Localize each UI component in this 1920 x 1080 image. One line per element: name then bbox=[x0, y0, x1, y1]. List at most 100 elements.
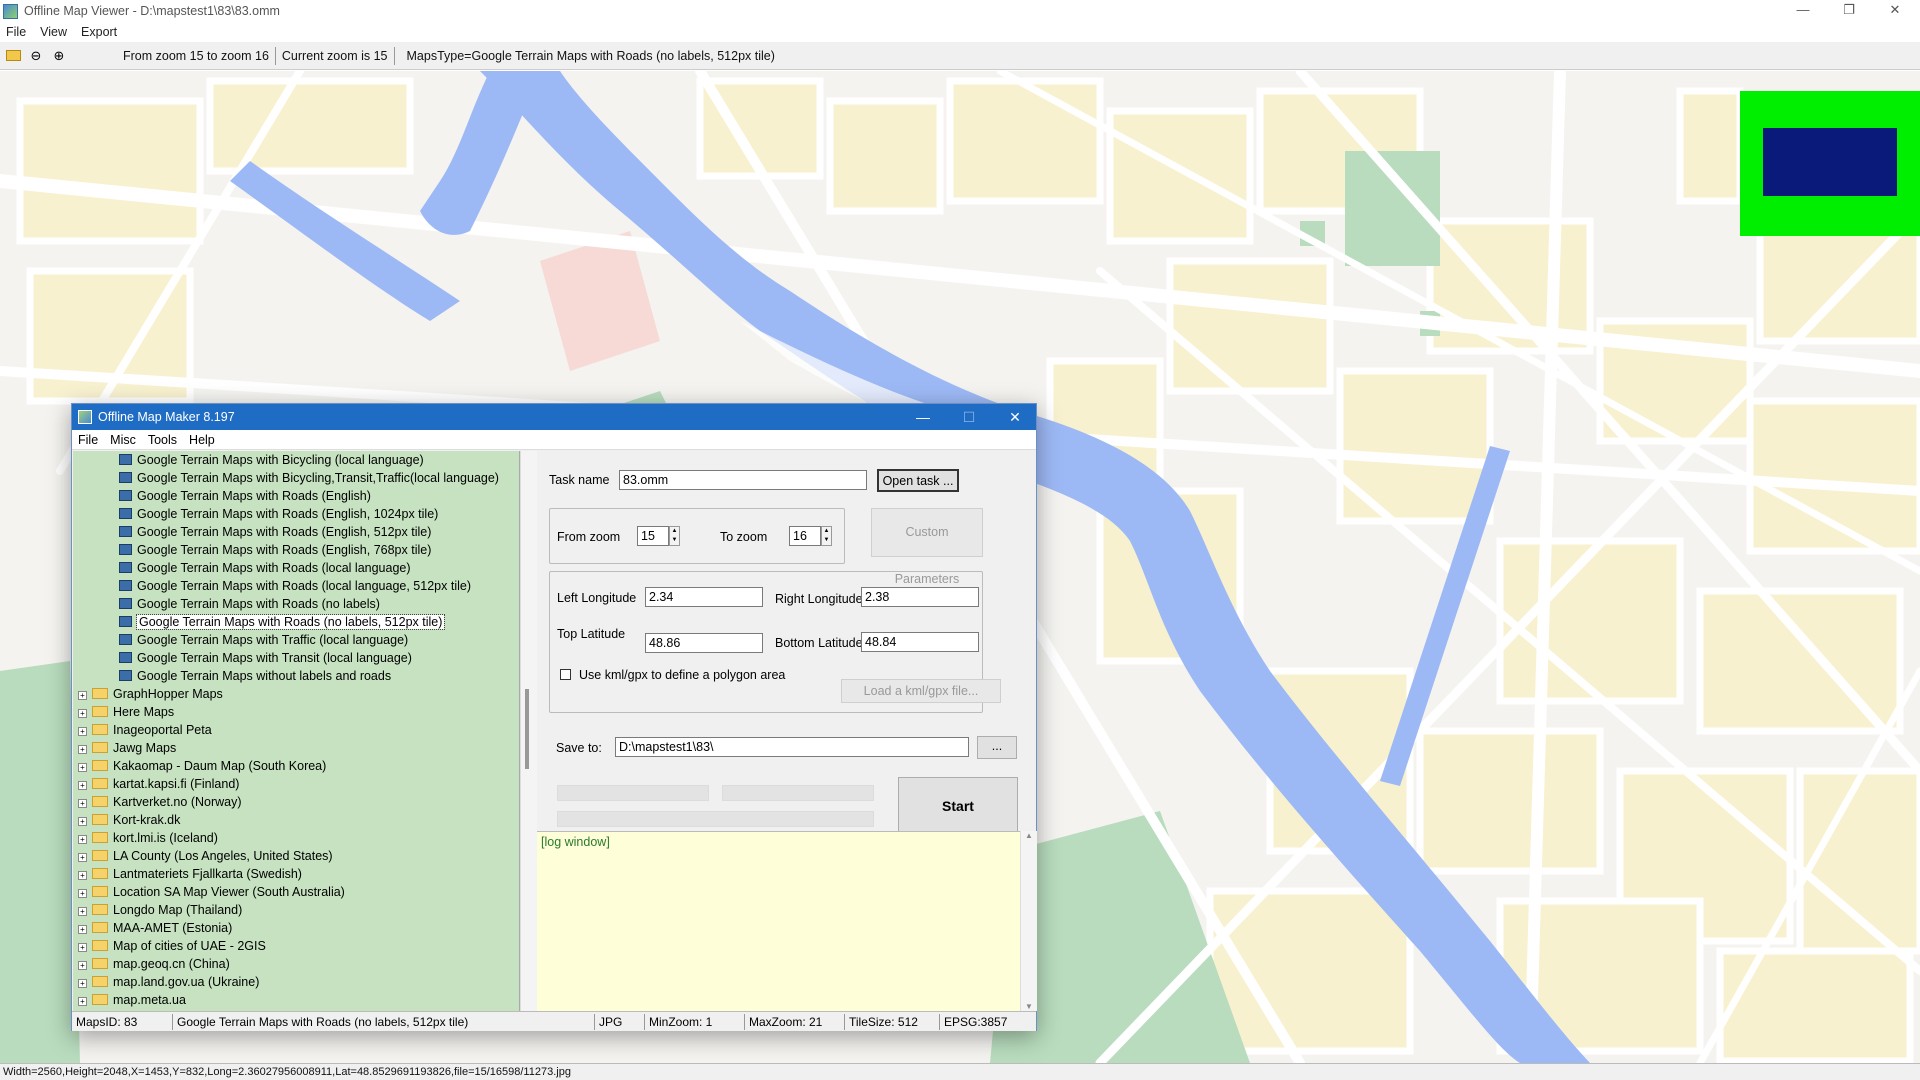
tree-folder-label: Jawg Maps bbox=[113, 741, 177, 755]
left-longitude-input[interactable]: 2.34 bbox=[645, 587, 763, 607]
tree-folder-item[interactable]: + LA County (Los Angeles, United States) bbox=[73, 847, 519, 865]
folder-icon bbox=[92, 886, 108, 897]
tree-folder-item[interactable]: + map.geoq.cn (China) bbox=[73, 955, 519, 973]
tree-folder-item[interactable]: + map.land.gov.ua (Ukraine) bbox=[73, 973, 519, 991]
menu-file[interactable]: File bbox=[6, 25, 26, 39]
task-name-input[interactable]: 83.omm bbox=[619, 470, 867, 490]
load-kml-button[interactable]: Load a kml/gpx file... bbox=[841, 679, 1001, 703]
to-zoom-spinner[interactable]: ▲ ▼ bbox=[821, 526, 832, 546]
tree-map-item[interactable]: Google Terrain Maps with Roads (no label… bbox=[73, 613, 519, 631]
from-zoom-input[interactable]: 15 bbox=[637, 526, 669, 546]
restore-icon[interactable]: ❐ bbox=[1826, 0, 1872, 22]
maker-close-icon[interactable]: ✕ bbox=[992, 404, 1038, 430]
to-zoom-label: To zoom bbox=[720, 530, 768, 544]
tree-folder-item[interactable]: + Location SA Map Viewer (South Australia… bbox=[73, 883, 519, 901]
maker-maximize-icon[interactable]: ☐ bbox=[946, 404, 992, 430]
expand-icon[interactable]: + bbox=[78, 799, 87, 808]
from-zoom-spinner[interactable]: ▲ ▼ bbox=[669, 526, 680, 546]
use-kml-checkbox[interactable] bbox=[560, 669, 571, 680]
tree-map-item[interactable]: Google Terrain Maps with Transit (local … bbox=[73, 649, 519, 667]
maker-menu-file[interactable]: File bbox=[78, 433, 98, 447]
tree-scroll-thumb[interactable] bbox=[525, 689, 529, 769]
tree-map-item[interactable]: Google Terrain Maps with Roads (English) bbox=[73, 487, 519, 505]
log-scrollbar[interactable]: ▲ ▼ bbox=[1020, 831, 1037, 1011]
expand-icon[interactable]: + bbox=[78, 745, 87, 754]
tree-folder-item[interactable]: + Lantmateriets Fjallkarta (Swedish) bbox=[73, 865, 519, 883]
custom-parameters-button[interactable]: Custom Parameters bbox=[871, 508, 983, 586]
top-latitude-input[interactable]: 48.86 bbox=[645, 633, 763, 653]
progress-bar-total bbox=[557, 811, 874, 827]
expand-icon[interactable]: + bbox=[78, 835, 87, 844]
tree-map-item[interactable]: Google Terrain Maps with Roads (local la… bbox=[73, 559, 519, 577]
expand-icon[interactable]: + bbox=[78, 691, 87, 700]
tree-folder-item[interactable]: + kartat.kapsi.fi (Finland) bbox=[73, 775, 519, 793]
bottom-latitude-input[interactable]: 48.84 bbox=[861, 632, 979, 652]
tree-folder-label: Inageoportal Peta bbox=[113, 723, 212, 737]
tree-folder-item[interactable]: + MAA-AMET (Estonia) bbox=[73, 919, 519, 937]
tree-folder-item[interactable]: + Kakaomap - Daum Map (South Korea) bbox=[73, 757, 519, 775]
to-zoom-input[interactable]: 16 bbox=[789, 526, 821, 546]
expand-icon[interactable]: + bbox=[78, 817, 87, 826]
maker-minimize-icon[interactable]: — bbox=[900, 404, 946, 430]
maker-menu-help[interactable]: Help bbox=[189, 433, 215, 447]
tree-map-label: Google Terrain Maps with Roads (English,… bbox=[137, 525, 432, 539]
tree-folder-item[interactable]: + GraphHopper Maps bbox=[73, 685, 519, 703]
tree-folder-item[interactable]: + Here Maps bbox=[73, 703, 519, 721]
expand-icon[interactable]: + bbox=[78, 997, 87, 1006]
open-folder-icon[interactable] bbox=[3, 46, 23, 66]
browse-button[interactable]: ... bbox=[977, 736, 1017, 759]
expand-icon[interactable]: + bbox=[78, 943, 87, 952]
tree-folder-item[interactable]: + Map of cities of UAE - 2GIS bbox=[73, 937, 519, 955]
expand-icon[interactable]: + bbox=[78, 961, 87, 970]
expand-icon[interactable]: + bbox=[78, 871, 87, 880]
tree-folder-item[interactable]: + Kort-krak.dk bbox=[73, 811, 519, 829]
maker-menu-misc[interactable]: Misc bbox=[110, 433, 136, 447]
status-maps-id: MapsID: 83 bbox=[72, 1013, 173, 1030]
start-button[interactable]: Start bbox=[898, 777, 1018, 835]
expand-icon[interactable]: + bbox=[78, 781, 87, 790]
log-window[interactable]: [log window] bbox=[537, 831, 1020, 1011]
tree-folder-item[interactable]: + Longdo Map (Thailand) bbox=[73, 901, 519, 919]
minimize-icon[interactable]: — bbox=[1780, 0, 1826, 22]
tree-folder-item[interactable]: + Kartverket.no (Norway) bbox=[73, 793, 519, 811]
tree-map-item[interactable]: Google Terrain Maps with Bicycling,Trans… bbox=[73, 469, 519, 487]
tree-map-item[interactable]: Google Terrain Maps with Traffic (local … bbox=[73, 631, 519, 649]
tree-map-item[interactable]: Google Terrain Maps with Bicycling (loca… bbox=[73, 451, 519, 469]
menu-view[interactable]: View bbox=[40, 25, 67, 39]
expand-icon[interactable]: + bbox=[78, 709, 87, 718]
maps-tree[interactable]: Google Terrain Maps with Bicycling (loca… bbox=[73, 451, 520, 1011]
tree-map-item[interactable]: Google Terrain Maps with Roads (local la… bbox=[73, 577, 519, 595]
scroll-up-icon[interactable]: ▲ bbox=[1021, 831, 1037, 840]
expand-icon[interactable]: + bbox=[78, 925, 87, 934]
scroll-down-icon[interactable]: ▼ bbox=[1021, 1002, 1037, 1011]
tree-folder-item[interactable]: + Inageoportal Peta bbox=[73, 721, 519, 739]
tree-map-item[interactable]: Google Terrain Maps with Roads (English,… bbox=[73, 541, 519, 559]
expand-icon[interactable]: + bbox=[78, 979, 87, 988]
close-icon[interactable]: ✕ bbox=[1872, 0, 1918, 22]
expand-icon[interactable]: + bbox=[78, 727, 87, 736]
expand-icon[interactable]: + bbox=[78, 889, 87, 898]
menu-export[interactable]: Export bbox=[81, 25, 117, 39]
tree-map-item[interactable]: Google Terrain Maps with Roads (no label… bbox=[73, 595, 519, 613]
maker-menu-tools[interactable]: Tools bbox=[148, 433, 177, 447]
status-maps-name: Google Terrain Maps with Roads (no label… bbox=[173, 1013, 595, 1030]
tree-folder-item[interactable]: + kort.lmi.is (Iceland) bbox=[73, 829, 519, 847]
tree-map-item[interactable]: Google Terrain Maps with Roads (English,… bbox=[73, 523, 519, 541]
overview-viewport[interactable] bbox=[1763, 128, 1897, 196]
tree-folder-label: kort.lmi.is (Iceland) bbox=[113, 831, 218, 845]
save-to-input[interactable]: D:\mapstest1\83\ bbox=[615, 737, 969, 757]
tree-folder-item[interactable]: + Jawg Maps bbox=[73, 739, 519, 757]
tree-folder-item[interactable]: + map.meta.ua bbox=[73, 991, 519, 1009]
map-type-icon bbox=[119, 670, 132, 681]
expand-icon[interactable]: + bbox=[78, 763, 87, 772]
tree-scrollbar[interactable] bbox=[520, 451, 537, 1011]
right-longitude-input[interactable]: 2.38 bbox=[861, 587, 979, 607]
open-task-button[interactable]: Open task ... bbox=[877, 469, 959, 492]
task-name-label: Task name bbox=[549, 473, 610, 487]
zoom-out-icon[interactable]: ⊖ bbox=[26, 46, 46, 66]
tree-map-item[interactable]: Google Terrain Maps without labels and r… bbox=[73, 667, 519, 685]
expand-icon[interactable]: + bbox=[78, 853, 87, 862]
expand-icon[interactable]: + bbox=[78, 907, 87, 916]
tree-map-item[interactable]: Google Terrain Maps with Roads (English,… bbox=[73, 505, 519, 523]
zoom-in-icon[interactable]: ⊕ bbox=[49, 46, 69, 66]
